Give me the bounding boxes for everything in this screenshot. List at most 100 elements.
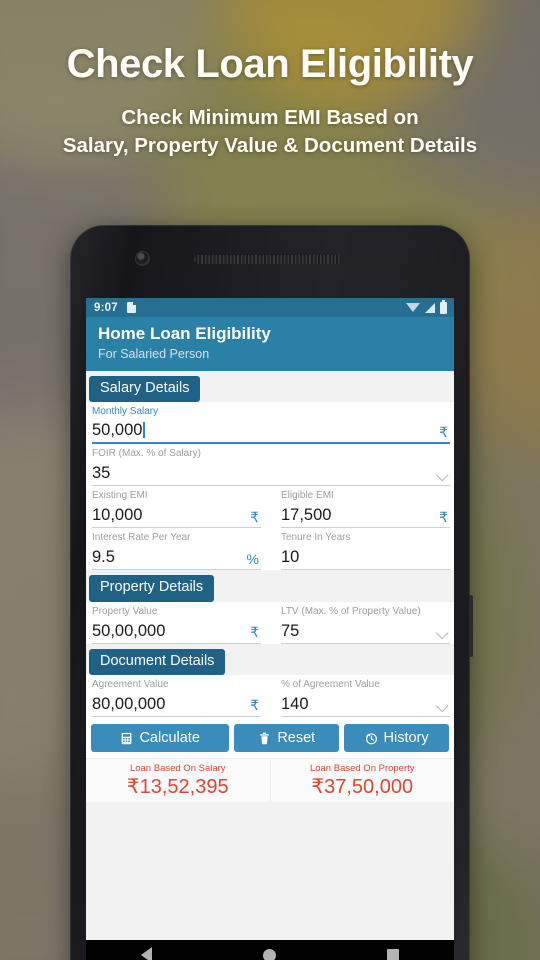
field-foir: FOIR (Max. % of Salary) 35 — [86, 444, 454, 487]
section-tab-document-details[interactable]: Document Details — [89, 648, 226, 676]
input-percent-agreement[interactable]: 140 — [281, 692, 450, 718]
history-button-label: History — [383, 730, 429, 747]
promo-title: Check Loan Eligibility — [66, 42, 474, 86]
phone-device-frame: 9:07 Home Loan Eligibility For Salaried … — [70, 225, 473, 960]
rupee-icon-monthly-salary: ₹ — [439, 423, 448, 440]
section-header-salary: Salary Details — [86, 371, 454, 403]
field-monthly-salary: Monthly Salary 50,000 ₹ — [86, 402, 454, 445]
wifi-icon — [406, 303, 420, 312]
eligibility-form: Salary Details Monthly Salary 50,000 ₹ F… — [86, 370, 455, 940]
value-property-value: 50,00,000 — [92, 621, 166, 640]
phone-screen: 9:07 Home Loan Eligibility For Salaried … — [86, 298, 454, 940]
input-property-value[interactable]: 50,00,000 ₹ — [92, 619, 261, 644]
trash-icon — [258, 732, 271, 745]
android-navigation-bar — [86, 940, 454, 960]
value-monthly-salary: 50,000 — [92, 421, 435, 440]
input-ltv[interactable]: 75 — [281, 619, 450, 644]
value-percent-agreement: 140 — [281, 695, 309, 714]
result-loan-based-on-salary: Loan Based On Salary ₹13,52,395 — [86, 759, 270, 802]
field-tenure: Tenure In Years 10 — [275, 528, 454, 571]
rupee-icon-property-value: ₹ — [250, 623, 259, 640]
result-property-value: ₹37,50,000 — [311, 776, 414, 799]
result-loan-based-on-property: Loan Based On Property ₹37,50,000 — [269, 759, 455, 803]
rupee-icon-existing-emi: ₹ — [250, 508, 259, 525]
input-agreement-value[interactable]: 80,00,000 ₹ — [92, 692, 261, 718]
label-existing-emi: Existing EMI — [92, 490, 148, 502]
power-button[interactable] — [469, 595, 473, 657]
recents-icon[interactable] — [386, 949, 399, 960]
input-foir[interactable]: 35 — [92, 461, 450, 487]
input-monthly-salary[interactable]: 50,000 ₹ — [92, 419, 450, 445]
value-agreement-value: 80,00,000 — [92, 695, 166, 714]
label-foir: FOIR (Max. % of Salary) — [92, 448, 201, 460]
input-interest-rate[interactable]: 9.5 % — [92, 545, 261, 571]
app-subtitle: For Salaried Person — [98, 347, 210, 362]
calculator-icon — [120, 732, 133, 745]
signal-icon — [425, 302, 435, 313]
status-bar-time: 9:07 — [94, 301, 118, 314]
row-rate-tenure: Interest Rate Per Year 9.5 % Tenure In Y… — [86, 528, 454, 571]
value-existing-emi: 10,000 — [92, 506, 143, 525]
calculate-button[interactable]: Calculate — [91, 724, 230, 753]
value-interest-rate: 9.5 — [92, 548, 115, 567]
field-eligible-emi: Eligible EMI 17,500 ₹ — [275, 486, 454, 529]
percent-icon-interest-rate: % — [246, 550, 259, 567]
promo-subtitle-line-2: Salary, Property Value & Document Detail… — [62, 133, 478, 157]
reset-button[interactable]: Reset — [234, 724, 340, 753]
rupee-icon-agreement-value: ₹ — [250, 697, 259, 714]
row-emi: Existing EMI 10,000 ₹ Eligible EMI 17,50… — [86, 486, 454, 529]
rupee-icon-eligible-emi: ₹ — [439, 508, 448, 525]
value-eligible-emi: 17,500 — [281, 506, 332, 525]
home-icon[interactable] — [262, 948, 276, 960]
input-tenure[interactable]: 10 — [281, 545, 450, 571]
section-header-property: Property Details — [86, 570, 454, 602]
value-foir: 35 — [92, 464, 111, 483]
label-ltv: LTV (Max. % of Property Value) — [281, 605, 421, 617]
label-property-value: Property Value — [92, 605, 158, 617]
input-eligible-emi[interactable]: 17,500 ₹ — [281, 503, 450, 529]
action-button-bar: Calculate Reset History — [86, 717, 454, 759]
label-eligible-emi: Eligible EMI — [281, 490, 334, 502]
field-agreement-value: Agreement Value 80,00,000 ₹ — [86, 675, 265, 718]
label-percent-agreement: % of Agreement Value — [281, 679, 380, 691]
value-ltv: 75 — [281, 621, 300, 640]
app-bar: Home Loan Eligibility For Salaried Perso… — [86, 317, 454, 371]
section-header-document: Document Details — [86, 644, 454, 676]
input-existing-emi[interactable]: 10,000 ₹ — [92, 503, 261, 529]
status-bar: 9:07 — [86, 298, 454, 317]
promo-screenshot: Check Loan Eligibility Check Minimum EMI… — [0, 0, 540, 960]
field-existing-emi: Existing EMI 10,000 ₹ — [86, 486, 265, 529]
chevron-down-icon-percent-agreement[interactable] — [435, 699, 449, 713]
field-percent-agreement: % of Agreement Value 140 — [275, 675, 454, 718]
label-agreement-value: Agreement Value — [92, 679, 169, 691]
app-title: Home Loan Eligibility — [98, 324, 271, 343]
row-foir: FOIR (Max. % of Salary) 35 — [86, 444, 454, 487]
status-bar-icons — [406, 299, 447, 314]
label-interest-rate: Interest Rate Per Year — [92, 532, 191, 544]
clock-history-icon — [365, 732, 378, 745]
front-camera-icon — [135, 251, 150, 266]
document-details-panel: Agreement Value 80,00,000 ₹ % of Agreeme… — [86, 675, 454, 718]
salary-details-panel: Monthly Salary 50,000 ₹ FOIR (Max. % of … — [86, 402, 454, 571]
section-tab-property-details[interactable]: Property Details — [89, 575, 215, 602]
chevron-down-icon-foir[interactable] — [435, 468, 449, 482]
label-monthly-salary: Monthly Salary — [92, 406, 159, 418]
field-property-value: Property Value 50,00,000 ₹ — [86, 602, 265, 644]
property-details-panel: Property Value 50,00,000 ₹ LTV (Max. % o… — [86, 601, 454, 644]
label-tenure: Tenure In Years — [281, 532, 351, 544]
field-interest-rate: Interest Rate Per Year 9.5 % — [86, 528, 265, 571]
back-icon[interactable] — [141, 947, 153, 960]
reset-button-label: Reset — [277, 730, 316, 747]
text-cursor — [143, 422, 145, 439]
section-tab-salary-details[interactable]: Salary Details — [89, 375, 201, 403]
row-monthly-salary: Monthly Salary 50,000 ₹ — [86, 402, 454, 445]
value-tenure: 10 — [281, 548, 300, 567]
promo-subtitle-line-1: Check Minimum EMI Based on — [121, 106, 419, 129]
row-document: Agreement Value 80,00,000 ₹ % of Agreeme… — [86, 675, 454, 718]
promo-text-block: Check Loan Eligibility Check Minimum EMI… — [0, 0, 540, 160]
chevron-down-icon-ltv[interactable] — [435, 626, 449, 640]
sim-icon — [126, 302, 136, 313]
history-button[interactable]: History — [344, 724, 449, 753]
row-property: Property Value 50,00,000 ₹ LTV (Max. % o… — [86, 601, 454, 644]
calculate-button-label: Calculate — [139, 730, 200, 747]
